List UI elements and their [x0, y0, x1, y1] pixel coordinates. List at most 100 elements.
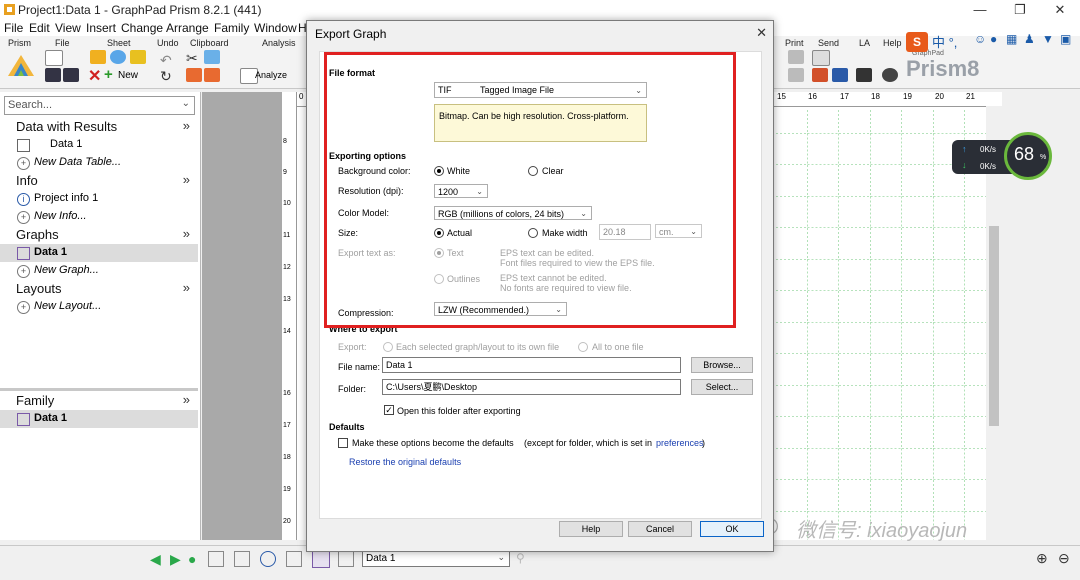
restore-defaults-link[interactable]: Restore the original defaults	[349, 457, 461, 467]
notes-view-icon[interactable]	[286, 551, 302, 567]
background-white-radio[interactable]	[434, 166, 444, 176]
keyboard-icon[interactable]: ▦	[1006, 32, 1017, 46]
toolbox-icon[interactable]: ▣	[1060, 32, 1071, 46]
menu-arrange[interactable]: Arrange	[166, 21, 209, 35]
cut-icon[interactable]: ✂	[186, 50, 198, 67]
nav-item-data-table[interactable]: Data 1	[0, 136, 198, 154]
menu-edit[interactable]: Edit	[29, 21, 50, 35]
person-icon[interactable]: ♟	[1024, 32, 1035, 46]
navigate-icon[interactable]: ●	[188, 551, 196, 567]
ime-status-text[interactable]: 中 °,	[932, 32, 957, 51]
word-icon[interactable]	[832, 68, 848, 82]
paste-icon[interactable]	[186, 68, 202, 82]
cancel-button[interactable]: Cancel	[628, 521, 692, 537]
menu-file[interactable]: File	[4, 21, 23, 35]
export-each-radio[interactable]	[383, 342, 393, 352]
chevron-down-icon[interactable]: ⌄	[497, 552, 505, 563]
nav-item-new-info[interactable]: + New Info...	[0, 208, 198, 226]
powerpoint-icon[interactable]	[812, 68, 828, 82]
folder-input[interactable]: C:\Users\夏鹏\Desktop	[382, 379, 681, 395]
section-graphs[interactable]: Graphs »	[0, 226, 198, 244]
magic-wand-icon[interactable]	[130, 50, 146, 64]
family-item-data1[interactable]: Data 1	[0, 410, 198, 428]
section-layouts[interactable]: Layouts »	[0, 280, 198, 298]
file-name-input[interactable]: Data 1	[382, 357, 681, 373]
skin-icon[interactable]: ▼	[1042, 32, 1054, 46]
sheet-selector[interactable]: Data 1 ⌄	[362, 551, 510, 567]
color-model-select[interactable]: RGB (millions of colors, 24 bits) ⌄	[434, 206, 592, 220]
make-default-checkbox[interactable]	[338, 438, 348, 448]
zoom-out-icon[interactable]: ⊖	[1058, 550, 1070, 567]
layout-view-icon[interactable]	[338, 551, 354, 567]
undo-icon[interactable]: ↶	[160, 52, 172, 69]
nav-item-project-info[interactable]: i Project info 1	[0, 190, 198, 208]
network-speed-widget[interactable]: ↑ 0K/s ↓ 0K/s 68 %	[952, 132, 1054, 184]
analyze-button-label[interactable]: Analyze	[255, 70, 287, 80]
compression-select[interactable]: LZW (Recommended.) ⌄	[434, 302, 567, 316]
sheet-star-icon[interactable]	[110, 50, 126, 64]
browse-button[interactable]: Browse...	[691, 357, 753, 373]
menu-change[interactable]: Change	[121, 21, 163, 35]
nav-item-new-layout[interactable]: + New Layout...	[0, 298, 198, 316]
sogou-ime-icon[interactable]: S	[906, 32, 928, 52]
navigator-search-input[interactable]: Search... ⌄	[4, 96, 195, 115]
expand-icon[interactable]: »	[183, 226, 190, 241]
expand-icon[interactable]: »	[183, 392, 190, 407]
delete-icon[interactable]: ✕	[88, 66, 101, 86]
chevron-down-icon[interactable]: ⌄	[580, 207, 587, 221]
link-icon[interactable]: ⚲	[516, 551, 525, 565]
chevron-down-icon[interactable]: ⌄	[635, 83, 642, 98]
nav-item-new-graph[interactable]: + New Graph...	[0, 262, 198, 280]
section-family[interactable]: Family »	[0, 392, 198, 410]
text-as-text-radio[interactable]	[434, 248, 444, 258]
new-plus-icon[interactable]: +	[104, 66, 113, 83]
select-folder-button[interactable]: Select...	[691, 379, 753, 395]
menu-insert[interactable]: Insert	[86, 21, 116, 35]
copy-icon[interactable]	[204, 50, 220, 64]
data-table-view-icon[interactable]	[208, 551, 224, 567]
chevron-down-icon[interactable]: ⌄	[476, 185, 483, 199]
next-sheet-icon[interactable]: ▶	[170, 551, 181, 568]
text-as-outlines-radio[interactable]	[434, 274, 444, 284]
export-all-radio[interactable]	[578, 342, 588, 352]
results-view-icon[interactable]	[234, 551, 250, 567]
width-unit-select[interactable]: cm. ⌄	[655, 224, 702, 238]
menu-view[interactable]: View	[55, 21, 81, 35]
info-view-icon[interactable]	[260, 551, 276, 567]
nav-item-graph-data1[interactable]: Data 1	[0, 244, 198, 262]
chevron-down-icon[interactable]: ⌄	[690, 225, 697, 239]
size-make-width-radio[interactable]	[528, 228, 538, 238]
mic-icon[interactable]: ●	[990, 32, 997, 46]
resolution-select[interactable]: 1200 ⌄	[434, 184, 488, 198]
menu-family[interactable]: Family	[214, 21, 249, 35]
paste-special-icon[interactable]	[204, 68, 220, 82]
minimize-button[interactable]: —	[960, 0, 1000, 20]
width-input[interactable]: 20.18	[599, 224, 651, 240]
chevron-down-icon[interactable]: ⌄	[182, 98, 190, 109]
print-preview-icon[interactable]	[788, 68, 804, 82]
redo-icon[interactable]: ↻	[160, 68, 172, 85]
splitter[interactable]	[0, 388, 198, 391]
size-actual-radio[interactable]	[434, 228, 444, 238]
expand-icon[interactable]: »	[183, 280, 190, 295]
nav-item-new-data-table[interactable]: + New Data Table...	[0, 154, 198, 172]
la-icon[interactable]	[856, 68, 872, 82]
open-folder-checkbox[interactable]: ✓	[384, 405, 394, 415]
chevron-down-icon[interactable]: ⌄	[555, 303, 562, 317]
print-icon[interactable]	[788, 50, 804, 64]
expand-icon[interactable]: »	[183, 118, 190, 133]
close-window-button[interactable]: ✕	[1040, 0, 1080, 20]
section-info[interactable]: Info »	[0, 172, 198, 190]
close-icon[interactable]: ✕	[756, 25, 767, 41]
expand-icon[interactable]: »	[183, 172, 190, 187]
scrollbar-thumb[interactable]	[989, 226, 999, 426]
save-as-icon[interactable]	[63, 68, 79, 82]
preferences-link[interactable]: preferences	[656, 438, 704, 448]
ok-button[interactable]: OK	[700, 521, 764, 537]
zoom-in-icon[interactable]: ⊕	[1036, 550, 1048, 567]
format-pencil-icon[interactable]	[90, 50, 106, 64]
new-button-label[interactable]: New	[118, 70, 138, 81]
help-button[interactable]: Help	[559, 521, 623, 537]
maximize-button[interactable]: ❐	[1000, 0, 1040, 20]
email-icon[interactable]	[812, 50, 830, 66]
